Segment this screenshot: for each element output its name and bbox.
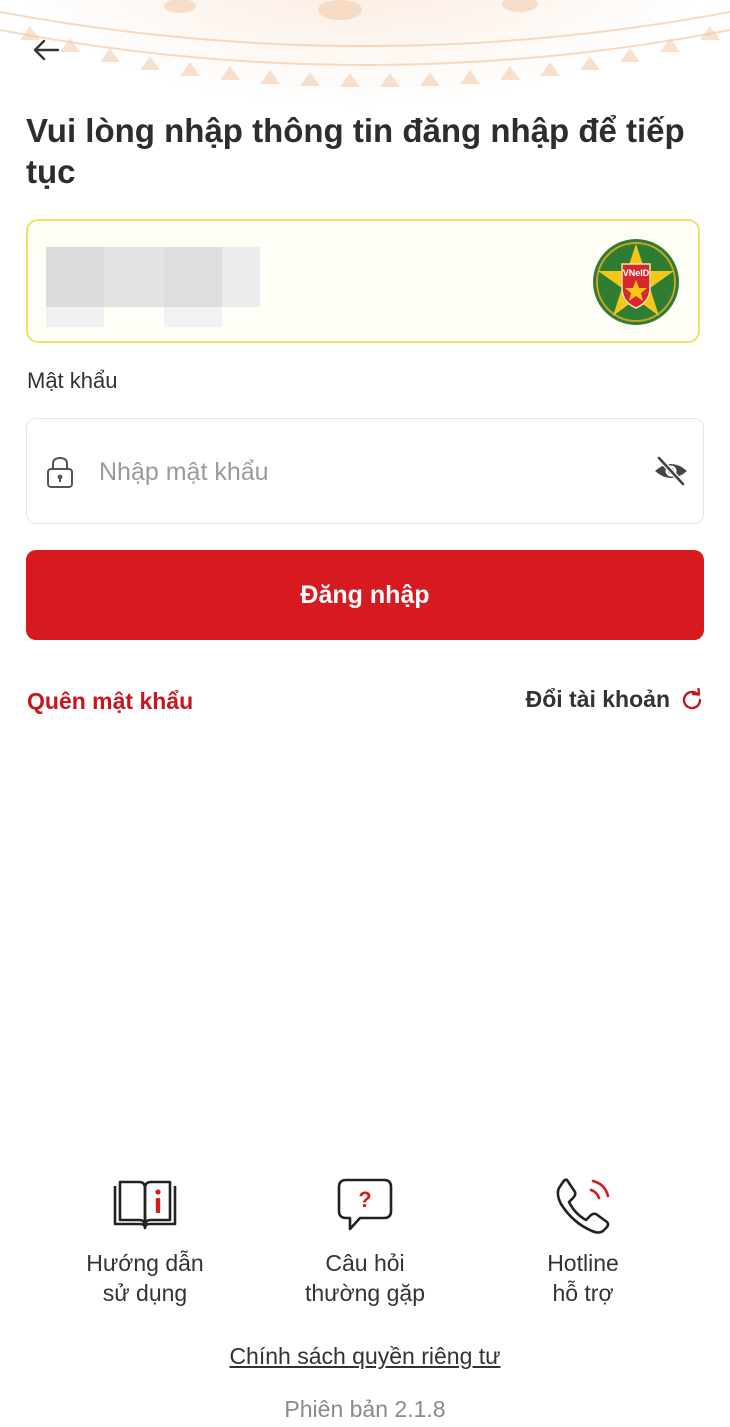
faq-button[interactable]: ? Câu hỏi thường gặp: [275, 1168, 455, 1308]
login-button[interactable]: Đăng nhập: [26, 550, 704, 640]
redacted-account-id: [46, 247, 286, 327]
forgot-password-link[interactable]: Quên mật khẩu: [27, 688, 193, 715]
header-decoration: [0, 0, 730, 110]
book-info-icon: [113, 1180, 177, 1230]
hotline-label-1: Hotline: [547, 1250, 619, 1276]
switch-account-label: Đổi tài khoản: [525, 686, 670, 712]
faq-label-2: thường gặp: [304, 1280, 425, 1306]
hotline-label-2: hỗ trợ: [552, 1280, 614, 1306]
account-card[interactable]: VNeID: [26, 219, 700, 343]
faq-label-1: Câu hỏi: [325, 1250, 405, 1276]
user-guide-label-1: Hướng dẫn: [86, 1250, 204, 1276]
password-field[interactable]: [26, 418, 704, 524]
hotline-button[interactable]: Hotline hỗ trợ: [493, 1168, 673, 1308]
user-guide-label-2: sử dụng: [102, 1280, 188, 1306]
vneid-emblem-icon: VNeID: [593, 239, 679, 325]
user-guide-button[interactable]: Hướng dẫn sử dụng: [55, 1168, 235, 1308]
drum-pattern-icon: [0, 0, 730, 87]
svg-text:?: ?: [358, 1187, 371, 1212]
lock-icon: [47, 456, 73, 488]
page-title: Vui lòng nhập thông tin đăng nhập để tiế…: [26, 112, 685, 190]
password-label: Mật khẩu: [27, 368, 118, 393]
question-chat-icon: ?: [337, 1178, 393, 1231]
app-version: Phiên bản 2.1.8: [284, 1396, 446, 1422]
eye-off-icon[interactable]: [653, 455, 689, 487]
logo-text: VNeID: [623, 268, 650, 278]
switch-account-button[interactable]: Đổi tài khoản: [526, 686, 704, 713]
back-button[interactable]: [24, 30, 68, 70]
phone-call-icon: [556, 1178, 610, 1234]
password-input[interactable]: [97, 445, 621, 499]
privacy-policy-link[interactable]: Chính sách quyền riêng tư: [0, 1343, 730, 1370]
arrow-left-icon: [33, 39, 60, 61]
refresh-icon: [682, 687, 702, 709]
